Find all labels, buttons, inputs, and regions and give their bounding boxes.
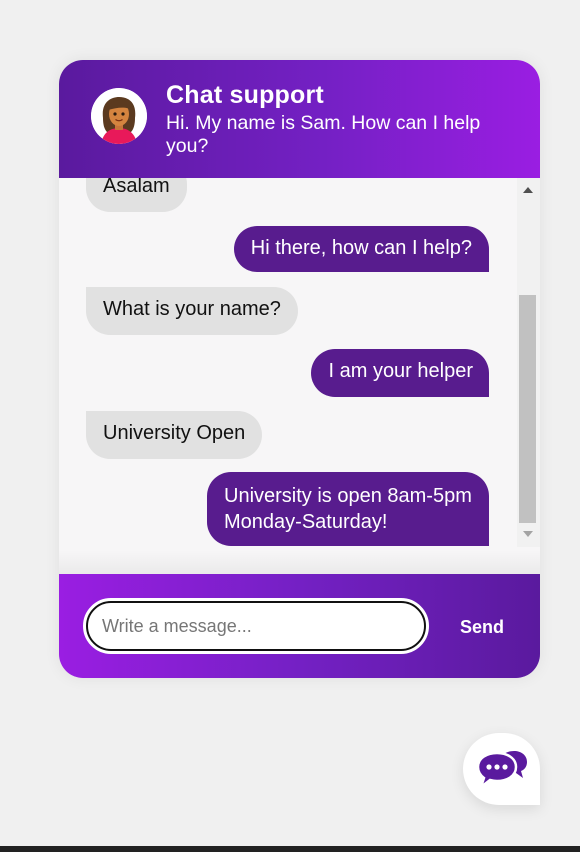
chat-window: Chat support Hi. My name is Sam. How can… (59, 60, 540, 678)
messages-scrollbar[interactable] (517, 178, 540, 547)
scroll-up-arrow-icon[interactable] (517, 181, 540, 199)
received-message: What is your name? (86, 287, 298, 335)
send-button[interactable]: Send (439, 607, 525, 647)
woman-avatar-icon (91, 88, 147, 144)
sent-message: University is open 8am-5pm Monday-Saturd… (207, 472, 489, 546)
scroll-down-arrow-icon[interactable] (517, 525, 540, 543)
avatar (91, 88, 147, 144)
chat-header: Chat support Hi. My name is Sam. How can… (59, 60, 540, 178)
chat-footer: Send (59, 574, 540, 678)
received-message: University Open (86, 411, 263, 459)
message-input-wrapper (83, 598, 429, 654)
chat-subtitle: Hi. My name is Sam. How can I help you? (166, 112, 481, 157)
message-list: Asalam Hi there, how can I help? What is… (59, 178, 540, 574)
sent-message: Hi there, how can I help? (233, 226, 489, 272)
chat-title: Chat support (166, 81, 324, 109)
sent-message: I am your helper (311, 349, 489, 397)
scrollbar-thumb[interactable] (519, 295, 536, 523)
message-input[interactable] (86, 601, 426, 651)
taskbar-edge (0, 846, 580, 852)
received-message: Asalam (86, 178, 187, 212)
chat-bubbles-icon (476, 751, 527, 791)
footer-shadow (59, 550, 540, 574)
chat-launcher-button[interactable] (463, 733, 540, 805)
